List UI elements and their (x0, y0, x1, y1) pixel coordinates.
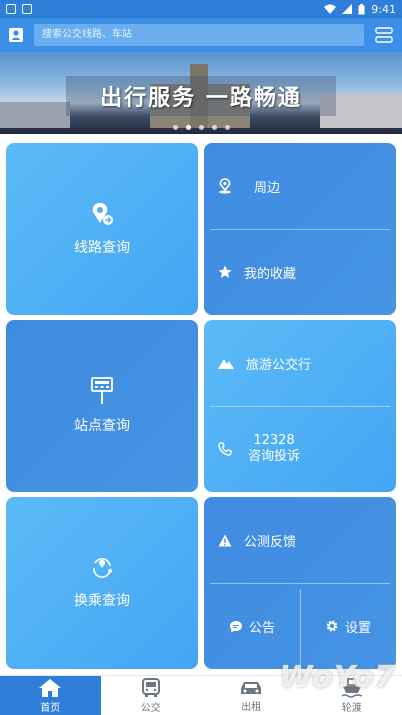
scan-icon[interactable] (372, 25, 396, 45)
location-icon (219, 178, 231, 194)
nearby-item[interactable]: 周边 (204, 143, 396, 229)
nav-bus[interactable]: 公交 (101, 676, 202, 715)
phone-icon (218, 442, 232, 456)
taxi-icon (241, 681, 262, 694)
star-icon (218, 265, 232, 278)
nearby-label: 周边 (254, 180, 281, 196)
hotline-item[interactable]: 12328 咨询投诉 (204, 406, 396, 492)
app-notification-icon (22, 4, 32, 14)
status-bar: 9:41 (0, 0, 402, 18)
gear-icon (326, 620, 338, 632)
settings-item[interactable]: 设置 (300, 583, 396, 669)
transfer-query-tile[interactable]: 换乘查询 (6, 497, 198, 669)
feedback-label: 公测反馈 (244, 534, 297, 550)
station-query-label: 站点查询 (74, 418, 130, 434)
bus-stop-sign-icon (91, 377, 113, 404)
home-icon (39, 678, 62, 697)
nav-home[interactable]: 首页 (0, 676, 101, 715)
tour-hotline-tile: 旅游公交行 12328 咨询投诉 (204, 320, 396, 492)
battery-icon (358, 3, 365, 14)
notification-icon (6, 4, 16, 14)
clock: 9:41 (371, 2, 396, 16)
carousel-dots (0, 125, 402, 130)
mountain-icon (218, 359, 234, 369)
nav-home-label: 首页 (40, 702, 61, 714)
carousel-dot[interactable] (198, 125, 204, 130)
carousel-dot-active[interactable] (185, 125, 191, 130)
watermark-logo: WoYo7 (279, 660, 396, 695)
warning-icon (218, 534, 232, 546)
bus-icon (141, 677, 160, 697)
carousel-dot[interactable] (224, 125, 230, 130)
nav-taxi-label: 出租 (241, 701, 262, 713)
wifi-icon (324, 4, 337, 14)
chat-bubble-icon (229, 620, 242, 632)
signal-icon (342, 4, 353, 14)
hotline-label: 咨询投诉 (248, 449, 301, 464)
nearby-favorites-tile: 周边 我的收藏 (204, 143, 396, 315)
hotline-text: 12328 咨询投诉 (248, 433, 300, 465)
favorites-label: 我的收藏 (244, 266, 297, 282)
route-query-tile[interactable]: 线路查询 (6, 143, 198, 315)
banner-carousel[interactable]: 出行服务 一路畅通 (0, 52, 402, 134)
nav-ferry-label: 轮渡 (341, 702, 362, 714)
notice-label: 公告 (248, 620, 275, 636)
carousel-dot[interactable] (172, 125, 178, 130)
search-input[interactable]: 搜索公交线路、车站 (34, 24, 364, 46)
station-query-tile[interactable]: 站点查询 (6, 320, 198, 492)
nav-bus-label: 公交 (140, 702, 161, 714)
tour-bus-label: 旅游公交行 (246, 357, 312, 373)
notice-item[interactable]: 公告 (204, 583, 300, 669)
favorites-item[interactable]: 我的收藏 (204, 229, 396, 315)
transfer-location-icon (93, 558, 113, 578)
route-pin-icon (92, 203, 113, 225)
transfer-query-label: 换乘查询 (74, 593, 130, 609)
carousel-dot[interactable] (211, 125, 217, 130)
top-bar: 搜索公交线路、车站 (0, 18, 402, 52)
route-query-label: 线路查询 (74, 240, 130, 256)
feedback-notice-settings-tile: 公测反馈 公告 设置 (204, 497, 396, 669)
banner-slogan: 出行服务 一路畅通 (100, 86, 302, 111)
settings-label: 设置 (344, 620, 371, 636)
feedback-item[interactable]: 公测反馈 (204, 497, 396, 583)
tour-bus-item[interactable]: 旅游公交行 (204, 320, 396, 406)
hotline-number: 12328 (253, 433, 295, 448)
user-icon[interactable] (6, 25, 26, 45)
